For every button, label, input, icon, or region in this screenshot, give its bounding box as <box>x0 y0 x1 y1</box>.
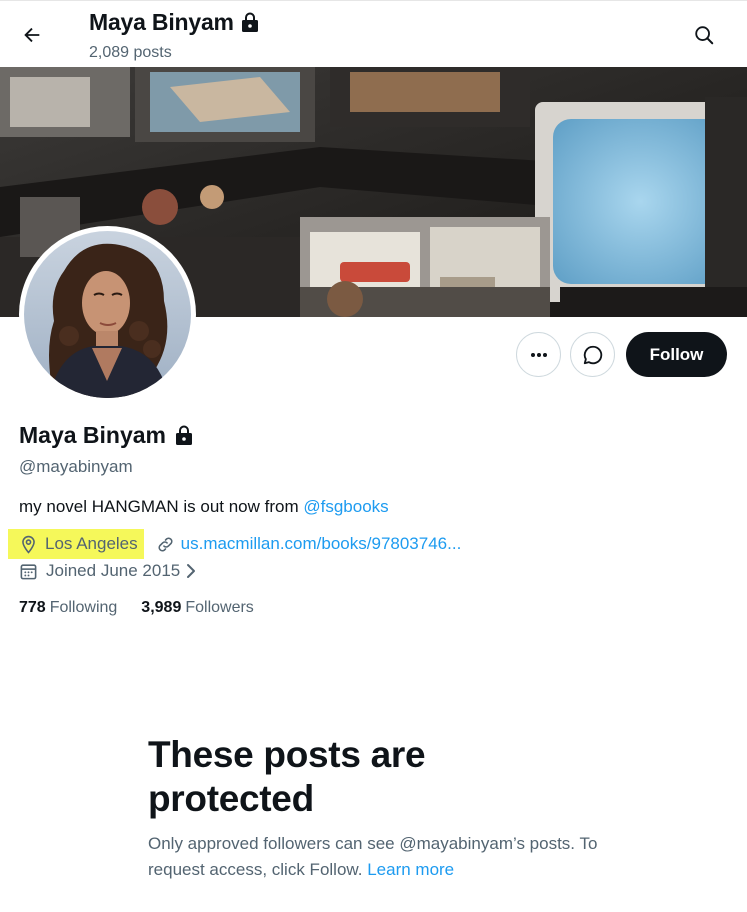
joined-text: Joined June 2015 <box>46 561 181 580</box>
protected-title: These posts are protected <box>148 734 426 819</box>
search-icon <box>695 26 714 45</box>
chevron-right-icon <box>187 564 196 578</box>
profile-bio: my novel HANGMAN is out now from @fsgboo… <box>19 497 389 517</box>
arrow-left-icon <box>24 27 40 43</box>
bio-text: my novel HANGMAN is out now from <box>19 497 304 516</box>
following-link[interactable]: 778 Following <box>19 599 117 617</box>
more-button[interactable] <box>516 332 561 377</box>
top-bar: Maya Binyam 2,089 posts <box>0 0 747 67</box>
url-link[interactable]: us.macmillan.com/books/97803746... <box>181 534 462 554</box>
link-icon <box>158 537 173 551</box>
followers-label: Followers <box>185 599 254 616</box>
followers-count: 3,989 <box>141 599 182 616</box>
following-label: Following <box>49 599 118 616</box>
header-title: Maya Binyam <box>89 9 260 36</box>
message-icon <box>583 345 602 364</box>
lock-icon <box>241 12 258 32</box>
bio-mention-link[interactable]: @fsgbooks <box>303 497 388 516</box>
search-button[interactable] <box>686 17 722 53</box>
follow-button[interactable]: Follow <box>626 332 727 377</box>
profile-location: Los Angeles <box>8 529 144 559</box>
profile-handle: @mayabinyam <box>19 457 133 476</box>
profile-joined[interactable]: Joined June 2015 <box>19 560 198 582</box>
more-icon <box>530 352 547 357</box>
lock-icon <box>176 425 193 445</box>
followers-link[interactable]: 3,989 Followers <box>141 599 254 617</box>
message-button[interactable] <box>570 332 615 377</box>
profile-meta-row: Los Angeles us.macmillan.com/books/97803… <box>8 529 461 559</box>
profile-name: Maya Binyam <box>19 422 194 449</box>
header-posts-count: 2,089 posts <box>89 44 172 61</box>
profile-url[interactable]: us.macmillan.com/books/97803746... <box>156 534 462 554</box>
location-text: Los Angeles <box>45 534 138 553</box>
profile-stats: 778 Following 3,989 Followers <box>19 599 254 617</box>
calendar-icon <box>20 563 37 579</box>
following-count: 778 <box>19 599 46 616</box>
avatar[interactable] <box>19 226 196 403</box>
protected-description: Only approved followers can see @mayabin… <box>148 831 598 883</box>
display-name: Maya Binyam <box>19 422 167 448</box>
back-button[interactable] <box>14 17 50 53</box>
location-pin-icon <box>22 535 35 554</box>
learn-more-link[interactable]: Learn more <box>367 860 454 879</box>
header-name: Maya Binyam <box>89 9 234 35</box>
avatar-image <box>24 231 191 398</box>
